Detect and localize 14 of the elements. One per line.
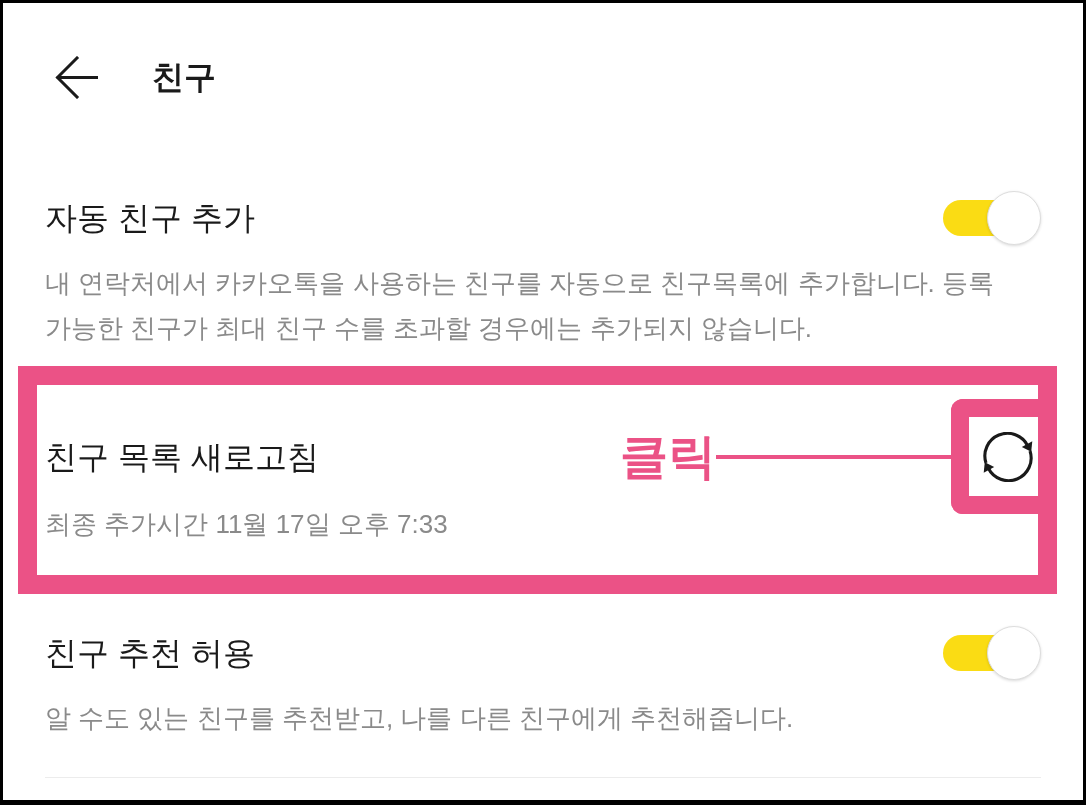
refresh-icon: [982, 431, 1033, 482]
toggle-switch[interactable]: [943, 626, 1041, 680]
callout-label: 클릭: [620, 429, 716, 485]
setting-title: 친구 목록 새로고침: [45, 438, 320, 477]
page-title: 친구: [152, 58, 216, 97]
setting-title: 친구 추천 허용: [45, 634, 255, 673]
setting-description: 내 연락처에서 카카오톡을 사용하는 친구를 자동으로 친구목록에 추가합니다. 등록 가능한 친구가 최대 친구 수를 초과할 경우에는 추가되지 않습니다.: [45, 267, 995, 345]
setting-description: 최종 추가시간 11월 17일 오후 7:33: [45, 508, 449, 541]
setting-description: 알 수도 있는 친구를 추천받고, 나를 다른 친구에게 추천해줍니다.: [45, 702, 795, 735]
refresh-button[interactable]: [982, 431, 1033, 482]
setting-title: 자동 친구 추가: [45, 199, 255, 238]
toggle-switch[interactable]: [943, 191, 1041, 245]
back-arrow-icon: [55, 55, 98, 99]
back-button[interactable]: [55, 55, 98, 99]
